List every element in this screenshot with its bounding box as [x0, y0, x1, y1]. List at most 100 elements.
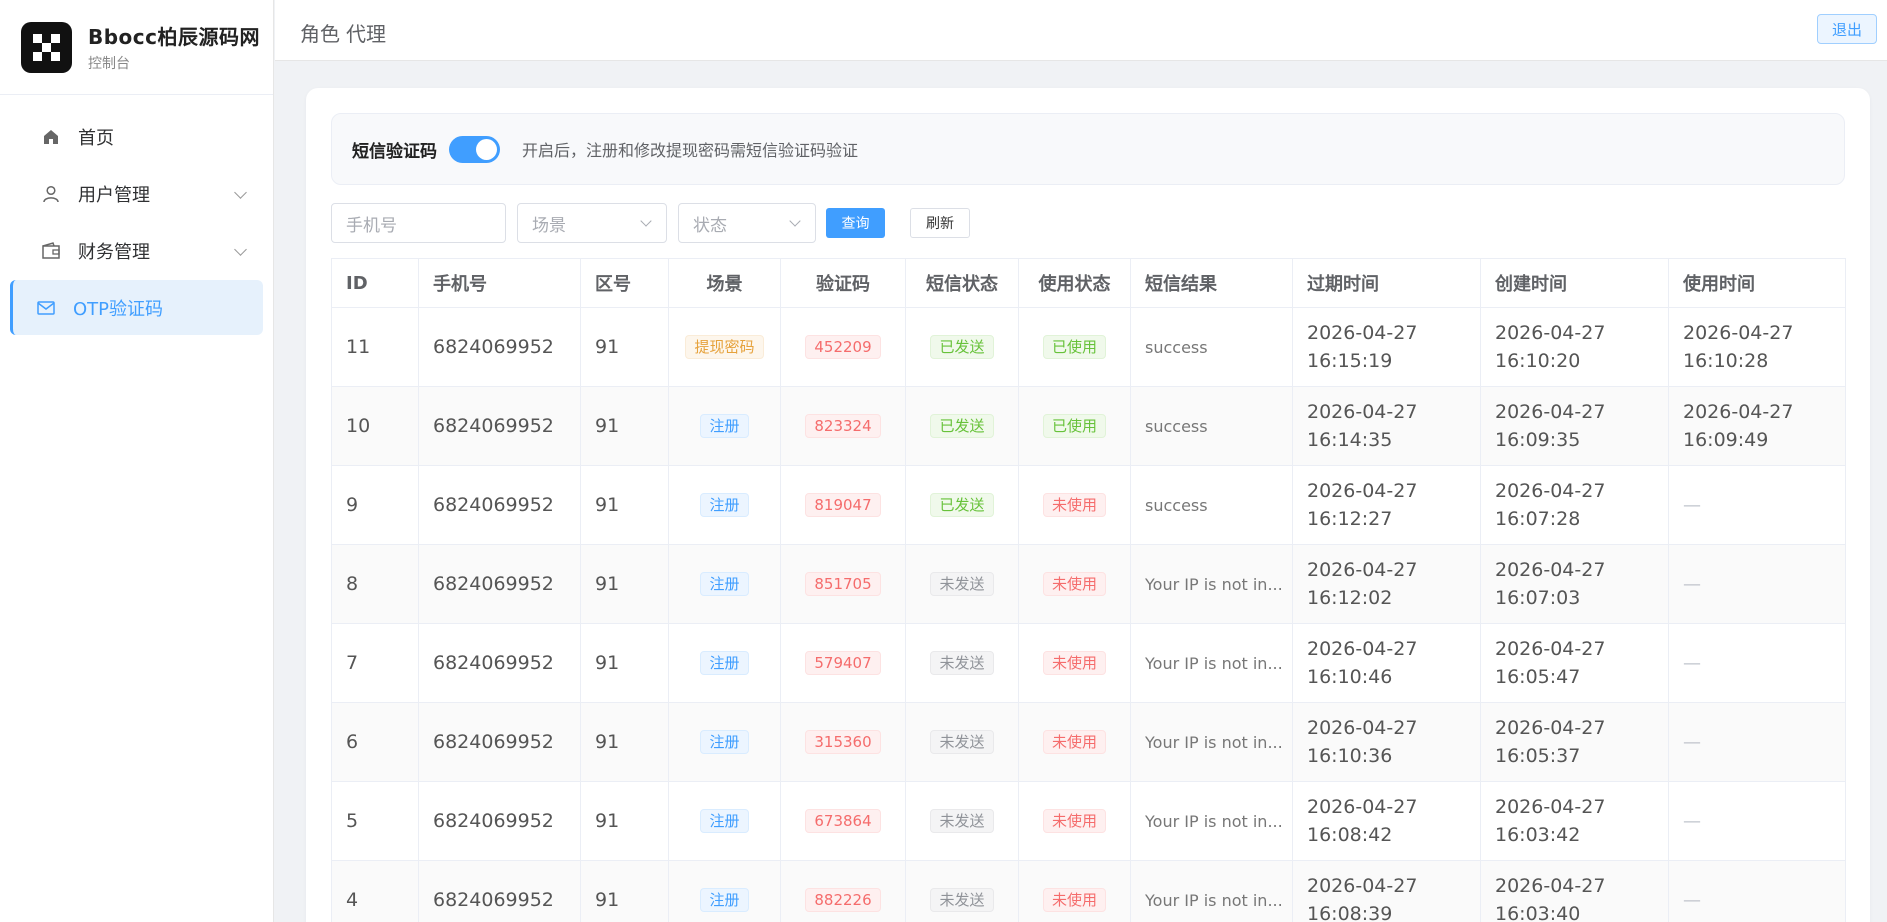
cell-sms-status: 已发送: [905, 386, 1019, 466]
sidebar: Bbocc柏辰源码网 控制台 首页 用户管理 财务管理 OTP验证码: [0, 0, 274, 922]
cell-sms-status: 未发送: [905, 702, 1019, 782]
cell-id: 9: [331, 465, 419, 545]
sms-status-tag: 已发送: [930, 335, 994, 359]
cell-sms-result: Your IP is not in...: [1130, 544, 1293, 624]
scene-tag: 注册: [700, 888, 749, 912]
table-row: 10 6824069952 91 注册 823324 已发送 已使用 succe…: [331, 386, 1846, 466]
cell-id: 4: [331, 860, 419, 922]
table-row: 8 6824069952 91 注册 851705 未发送 未使用 Your I…: [331, 544, 1846, 624]
logout-button[interactable]: 退出: [1817, 14, 1877, 44]
cell-expire-time: 2026-04-27 16:15:19: [1292, 307, 1481, 387]
cell-sms-result: success: [1130, 307, 1293, 387]
cell-id: 8: [331, 544, 419, 624]
breadcrumb-role: 角色: [300, 22, 340, 46]
topbar: 角色 代理 退出: [275, 0, 1887, 61]
cell-sms-result: Your IP is not in...: [1130, 702, 1293, 782]
cell-code: 673864: [780, 781, 906, 861]
sidebar-item-otp[interactable]: OTP验证码: [10, 280, 263, 335]
home-icon: [40, 126, 62, 148]
cell-expire-time: 2026-04-27 16:14:35: [1292, 386, 1481, 466]
cell-use-time: —: [1668, 465, 1846, 545]
cell-area: 91: [580, 781, 669, 861]
header-sms-status: 短信状态: [905, 258, 1019, 308]
phone-input[interactable]: 手机号: [331, 203, 506, 243]
code-tag: 452209: [805, 335, 881, 359]
cell-code: 819047: [780, 465, 906, 545]
use-status-tag: 未使用: [1042, 493, 1106, 517]
sidebar-item-label: OTP验证码: [73, 298, 164, 320]
brand-logo-icon: [21, 21, 72, 73]
sidebar-item-label: 财务管理: [78, 241, 150, 263]
sidebar-item-finance[interactable]: 财务管理: [10, 223, 263, 278]
cell-expire-time: 2026-04-27 16:12:02: [1292, 544, 1481, 624]
cell-create-time: 2026-04-27 16:03:42: [1480, 781, 1669, 861]
cell-id: 5: [331, 781, 419, 861]
cell-area: 91: [580, 307, 669, 387]
table-row: 11 6824069952 91 提现密码 452209 已发送 已使用 suc…: [331, 307, 1846, 387]
cell-create-time: 2026-04-27 16:03:40: [1480, 860, 1669, 922]
code-tag: 315360: [805, 730, 881, 754]
cell-create-time: 2026-04-27 16:07:28: [1480, 465, 1669, 545]
cell-use-time: —: [1668, 623, 1846, 703]
cell-phone: 6824069952: [418, 307, 581, 387]
cell-phone: 6824069952: [418, 702, 581, 782]
use-status-tag: 未使用: [1042, 730, 1106, 754]
sms-title: 短信验证码: [352, 141, 437, 162]
cell-sms-status: 未发送: [905, 623, 1019, 703]
header-id: ID: [331, 258, 419, 308]
refresh-button[interactable]: 刷新: [910, 208, 970, 238]
sidebar-item-users[interactable]: 用户管理: [10, 166, 263, 221]
cell-sms-status: 未发送: [905, 544, 1019, 624]
header-phone: 手机号: [418, 258, 581, 308]
code-tag: 673864: [805, 809, 881, 833]
chevron-down-icon: [789, 215, 801, 227]
query-button[interactable]: 查询: [826, 208, 885, 238]
cell-scene: 注册: [668, 781, 781, 861]
sms-status-tag: 未发送: [930, 888, 994, 912]
cell-scene: 注册: [668, 623, 781, 703]
cell-code: 882226: [780, 860, 906, 922]
cell-scene: 注册: [668, 465, 781, 545]
cell-phone: 6824069952: [418, 465, 581, 545]
table-row: 9 6824069952 91 注册 819047 已发送 未使用 succes…: [331, 465, 1846, 545]
cell-phone: 6824069952: [418, 623, 581, 703]
cell-use-status: 已使用: [1018, 307, 1131, 387]
cell-expire-time: 2026-04-27 16:10:36: [1292, 702, 1481, 782]
sms-settings-panel: 短信验证码 开启后，注册和修改提现密码需短信验证码验证: [331, 113, 1845, 185]
filter-bar: 手机号 场景 状态 查询 刷新: [331, 203, 970, 243]
cell-scene: 注册: [668, 544, 781, 624]
cell-area: 91: [580, 702, 669, 782]
cell-area: 91: [580, 465, 669, 545]
cell-sms-result: Your IP is not in...: [1130, 623, 1293, 703]
mail-icon: [35, 297, 57, 319]
chevron-down-icon: [640, 215, 652, 227]
cell-use-status: 未使用: [1018, 623, 1131, 703]
table-row: 7 6824069952 91 注册 579407 未发送 未使用 Your I…: [331, 623, 1846, 703]
cell-use-status: 未使用: [1018, 702, 1131, 782]
cell-scene: 提现密码: [668, 307, 781, 387]
cell-create-time: 2026-04-27 16:10:20: [1480, 307, 1669, 387]
header-use-time: 使用时间: [1668, 258, 1846, 308]
sidebar-item-home[interactable]: 首页: [10, 109, 263, 164]
cell-sms-result: Your IP is not in...: [1130, 860, 1293, 922]
cell-id: 7: [331, 623, 419, 703]
header-scene: 场景: [668, 258, 781, 308]
table-row: 6 6824069952 91 注册 315360 未发送 未使用 Your I…: [331, 702, 1846, 782]
use-status-tag: 已使用: [1042, 335, 1106, 359]
header-sms-result: 短信结果: [1130, 258, 1293, 308]
cell-use-status: 未使用: [1018, 544, 1131, 624]
cell-id: 10: [331, 386, 419, 466]
scene-select[interactable]: 场景: [517, 203, 667, 243]
cell-code: 452209: [780, 307, 906, 387]
scene-tag: 提现密码: [685, 335, 764, 359]
cell-phone: 6824069952: [418, 544, 581, 624]
cell-create-time: 2026-04-27 16:05:47: [1480, 623, 1669, 703]
status-select[interactable]: 状态: [678, 203, 816, 243]
cell-code: 579407: [780, 623, 906, 703]
wallet-icon: [40, 240, 62, 262]
scene-tag: 注册: [700, 651, 749, 675]
cell-use-time: 2026-04-27 16:10:28: [1668, 307, 1846, 387]
code-tag: 851705: [805, 572, 881, 596]
sms-toggle[interactable]: [449, 135, 500, 163]
sidebar-item-label: 用户管理: [78, 184, 150, 206]
